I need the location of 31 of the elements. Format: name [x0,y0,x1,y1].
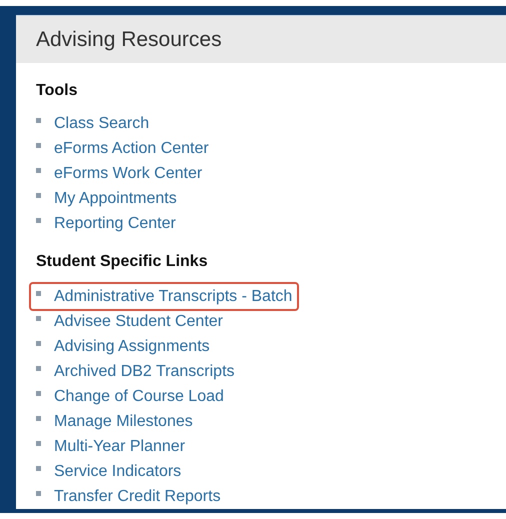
bullet-icon [36,291,41,296]
section-heading: Tools [36,81,78,101]
resource-link[interactable]: My Appointments [54,186,177,210]
resource-link[interactable]: Service Indicators [54,460,182,484]
bullet-icon [36,218,41,223]
resource-link[interactable]: Manage Milestones [54,410,193,434]
bullet-icon [36,391,41,396]
section-heading: Student Specific Links [36,252,209,272]
bullet-icon [36,341,41,346]
bullet-icon [36,491,41,496]
panel-title: Advising Resources [36,26,222,53]
resource-link[interactable]: Administrative Transcripts - Batch [54,284,292,308]
resource-link[interactable]: Archived DB2 Transcripts [54,360,235,384]
bullet-icon [36,168,41,173]
bullet-icon [36,143,41,148]
bullet-icon [36,416,41,421]
resource-link[interactable]: Advisee Student Center [54,310,223,334]
resource-link[interactable]: Advising Assignments [54,334,210,358]
resource-link[interactable]: Transfer Credit Reports [54,484,221,508]
resource-link[interactable]: eForms Action Center [54,136,209,160]
bullet-icon [36,366,41,371]
resource-link[interactable]: Multi-Year Planner [54,434,186,458]
bullet-icon [36,118,41,123]
resource-link[interactable]: eForms Work Center [54,162,202,186]
resource-link[interactable]: Reporting Center [54,212,176,236]
bullet-icon [36,193,41,198]
resource-link[interactable]: Change of Course Load [54,384,224,408]
resource-link[interactable]: Class Search [54,112,150,136]
bullet-icon [36,466,41,471]
bullet-icon [36,316,41,321]
bullet-icon [36,441,41,446]
